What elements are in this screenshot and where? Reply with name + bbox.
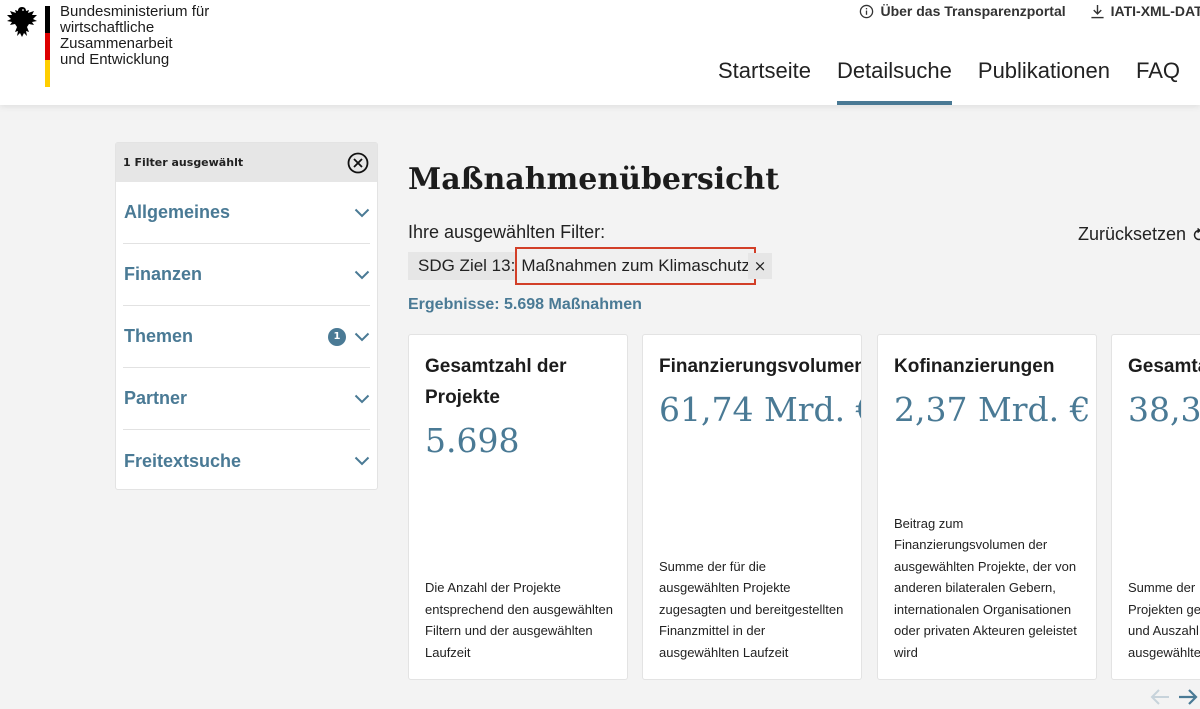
card-desc-line: ausgewählte: [1128, 644, 1200, 660]
filter-freitextsuche[interactable]: Freitextsuche: [123, 430, 370, 492]
card-financing-volume: Finanzierungsvolumen 61,74 Mrd. € Summe …: [642, 334, 862, 680]
card-title: Gesamtzahl der Projekte: [425, 356, 567, 408]
card-desc-line: Summe der: [1128, 580, 1196, 595]
card-title: Gesamta: [1128, 356, 1200, 377]
filter-label: Allgemeines: [124, 202, 231, 222]
card-cofinancing: Kofinanzierungen 2,37 Mrd. € Beitrag zum…: [877, 334, 1097, 680]
card-description: Beitrag zum Finanzierungsvolumen der aus…: [894, 515, 1077, 660]
reset-filters-button[interactable]: Zurücksetzen: [1078, 224, 1200, 245]
filter-chip-sdg13: SDG Ziel 13: Maßnahmen zum Klimaschutz: [408, 247, 756, 285]
filter-label: Themen: [124, 326, 194, 346]
federal-eagle-icon: [7, 7, 37, 37]
card-description: Summe der für die ausgewählten Projekte …: [659, 558, 844, 660]
reset-label: Zurücksetzen: [1078, 224, 1187, 244]
chevron-down-icon: [354, 456, 370, 466]
site-header: Bundesministerium für wirtschaftliche Zu…: [0, 0, 1200, 105]
chevron-down-icon: [354, 208, 370, 217]
filter-allgemeines[interactable]: Allgemeines: [123, 182, 370, 244]
ministry-line-2: wirtschaftliche Zusammenarbeit: [60, 19, 173, 52]
card-value: 61,74 Mrd. €: [659, 390, 862, 429]
page-title: Maßnahmenübersicht: [408, 162, 780, 197]
arrow-left-icon[interactable]: [1150, 688, 1170, 706]
chevron-down-icon: [354, 270, 370, 279]
card-desc-line: und Auszahl: [1128, 623, 1199, 638]
main-navigation: Startseite Detailsuche Publikationen FAQ: [718, 58, 1180, 105]
selected-filters-label: Ihre ausgewählten Filter:: [408, 222, 606, 242]
nav-publikationen[interactable]: Publikationen: [978, 58, 1110, 105]
filter-themen[interactable]: Themen 1: [123, 306, 370, 368]
chip-prefix: SDG Ziel 13:: [418, 256, 516, 275]
download-icon: [1091, 4, 1104, 18]
iati-download-label: IATI-XML-DATE: [1110, 3, 1200, 19]
arrow-right-icon[interactable]: [1178, 688, 1198, 706]
filter-sidebar: 1 Filter ausgewählt Allgemeines Finanzen…: [115, 142, 378, 490]
card-value: 5.698: [425, 421, 520, 460]
nav-startseite[interactable]: Startseite: [718, 58, 811, 105]
card-total-partial: Gesamta 38,3 Summe der Projekten ge und …: [1111, 334, 1200, 680]
chip-highlighted-value: Maßnahmen zum Klimaschutz: [515, 247, 756, 285]
about-portal-label: Über das Transparenzportal: [880, 3, 1066, 19]
card-description: Die Anzahl der Projekte entsprechend den…: [425, 580, 613, 660]
info-icon: [860, 4, 874, 18]
filter-count-label: 1 Filter ausgewählt: [123, 156, 244, 169]
filter-list: Allgemeines Finanzen Themen 1 Partner Fr…: [116, 182, 377, 492]
clear-filters-icon[interactable]: [347, 152, 369, 174]
card-title: Finanzierungsvolumen: [659, 356, 862, 377]
about-portal-link[interactable]: Über das Transparenzportal: [859, 3, 1066, 19]
card-description: Summe der Projekten ge und Auszahl ausge…: [1128, 577, 1200, 663]
filter-label: Partner: [124, 388, 188, 408]
remove-filter-button[interactable]: ×: [748, 253, 772, 279]
card-desc-line: Projekten ge: [1128, 601, 1200, 617]
card-title: Kofinanzierungen: [894, 356, 1055, 377]
ministry-name[interactable]: Bundesministerium für wirtschaftliche Zu…: [60, 4, 270, 68]
card-total-projects: Gesamtzahl der Projekte 5.698 Die Anzahl…: [408, 334, 628, 680]
nav-detailsuche[interactable]: Detailsuche: [836, 58, 952, 105]
nav-faq[interactable]: FAQ: [1136, 58, 1180, 105]
carousel-arrows: [1150, 688, 1198, 706]
iati-download-link[interactable]: IATI-XML-DATE: [1090, 3, 1200, 19]
meta-links: Über das Transparenzportal IATI-XML-DATE: [859, 3, 1200, 19]
ministry-line-1: Bundesministerium für: [60, 3, 210, 20]
results-count: Ergebnisse: 5.698 Maßnahmen: [408, 296, 642, 313]
chevron-down-icon: [354, 332, 370, 341]
filter-partner[interactable]: Partner: [123, 368, 370, 430]
card-value: 2,37 Mrd. €: [894, 390, 1091, 429]
german-flag: [45, 6, 50, 87]
chevron-down-icon: [354, 394, 370, 403]
filter-finanzen[interactable]: Finanzen: [123, 244, 370, 306]
card-value: 38,3: [1128, 390, 1200, 429]
filter-summary: 1 Filter ausgewählt: [116, 143, 377, 182]
filter-label: Freitextsuche: [124, 450, 242, 471]
filter-label: Finanzen: [124, 264, 203, 284]
filter-count-badge: 1: [328, 327, 346, 346]
reset-icon: [1193, 227, 1200, 240]
ministry-line-3: und Entwicklung: [60, 51, 170, 68]
